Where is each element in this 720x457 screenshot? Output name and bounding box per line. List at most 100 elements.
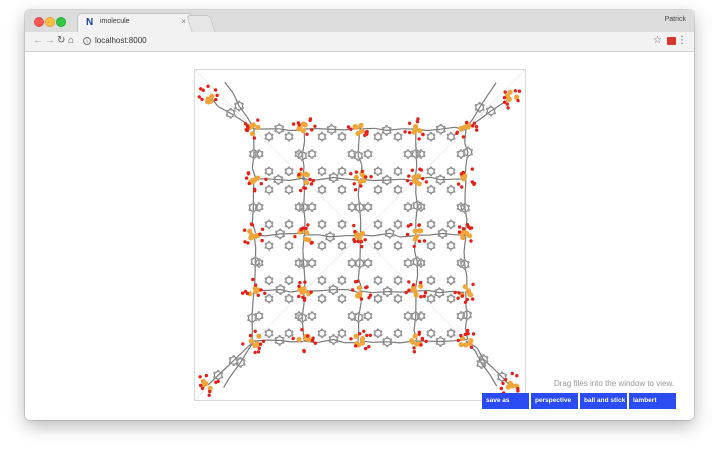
atom (235, 359, 239, 362)
atom (399, 137, 403, 140)
atom (409, 207, 413, 211)
atom (330, 123, 333, 127)
atom (389, 127, 392, 130)
atom (435, 176, 438, 179)
atom (449, 173, 453, 177)
atom (452, 295, 456, 299)
atom (449, 301, 453, 304)
atom (198, 375, 202, 379)
atom (337, 168, 341, 171)
bond (374, 127, 387, 131)
save-as-button[interactable]: save as (482, 393, 529, 409)
atom (373, 330, 377, 333)
atom (412, 236, 418, 242)
atom (325, 237, 328, 241)
tab-imolecule[interactable]: N imolecule × (77, 13, 193, 33)
atom (499, 386, 504, 391)
atom (317, 277, 321, 280)
ball-and-stick-button[interactable]: ball and stick (580, 393, 627, 409)
extension-icon[interactable] (667, 37, 676, 45)
atom (406, 202, 410, 205)
atom (258, 342, 263, 346)
maximize-window-button[interactable] (56, 17, 66, 27)
tab-strip: N imolecule × Patrick (25, 10, 694, 33)
atom (382, 176, 385, 180)
atom (471, 332, 476, 336)
atom (320, 248, 324, 251)
atom (328, 336, 332, 339)
atom (414, 319, 417, 322)
atom (213, 88, 218, 92)
atom (460, 185, 464, 189)
atom (298, 281, 302, 285)
atom (313, 207, 317, 211)
atom (270, 277, 274, 280)
atom (213, 376, 216, 379)
perspective-button[interactable]: perspective (531, 393, 578, 409)
atom (476, 364, 480, 367)
new-tab-button[interactable] (186, 15, 216, 33)
atom (270, 133, 274, 137)
atom (399, 168, 403, 171)
atom (201, 88, 205, 92)
bond (266, 178, 279, 181)
info-icon[interactable]: i (83, 37, 91, 45)
atom (337, 246, 341, 249)
atom (310, 149, 314, 152)
atom (320, 192, 324, 195)
atom (246, 241, 250, 245)
atom (417, 223, 421, 227)
atom (409, 154, 413, 158)
atom (449, 328, 453, 332)
atom (347, 203, 351, 207)
atom (467, 291, 473, 297)
lambert-button[interactable]: lambert (629, 393, 676, 409)
atom (458, 342, 464, 348)
atom (489, 105, 493, 109)
atom (409, 312, 413, 316)
atom (417, 128, 423, 134)
atom (467, 340, 473, 347)
atom (332, 292, 335, 296)
atom (340, 226, 344, 230)
atom (471, 282, 475, 287)
atom (353, 174, 359, 180)
bond (464, 128, 467, 143)
atom (253, 329, 257, 333)
reload-icon[interactable]: ↻ (57, 35, 65, 47)
atom (422, 239, 427, 243)
atom (237, 108, 241, 112)
atom (252, 233, 258, 240)
atom (465, 309, 469, 313)
drag-hint: Drag files into the window to view. (553, 379, 674, 388)
atom (441, 289, 445, 292)
kebab-menu-icon[interactable]: ⋮ (677, 35, 687, 46)
back-arrow-icon[interactable]: ← (33, 35, 43, 47)
minimize-window-button[interactable] (45, 17, 55, 27)
atom (435, 130, 439, 133)
atom (373, 133, 377, 137)
atom (343, 299, 347, 302)
atom (343, 186, 347, 190)
close-window-button[interactable] (34, 17, 44, 27)
address-bar[interactable]: localhost:8000 (95, 36, 147, 45)
atom (264, 330, 268, 333)
forward-arrow-icon[interactable]: → (45, 35, 55, 47)
molecule-canvas[interactable] (194, 69, 526, 401)
atom (472, 121, 477, 125)
atom (290, 133, 294, 137)
atom (296, 336, 302, 342)
atom (462, 316, 466, 320)
atom (480, 358, 483, 361)
atom (406, 265, 410, 268)
atom (419, 168, 423, 172)
atom (264, 221, 268, 224)
close-tab-icon[interactable]: × (181, 17, 186, 26)
atom (320, 335, 324, 339)
profile-name[interactable]: Patrick (665, 16, 686, 23)
home-icon[interactable]: ⌂ (68, 35, 74, 47)
atom (260, 227, 265, 231)
atom (460, 204, 463, 208)
bookmark-star-icon[interactable]: ☆ (653, 35, 662, 46)
atom (317, 224, 321, 228)
